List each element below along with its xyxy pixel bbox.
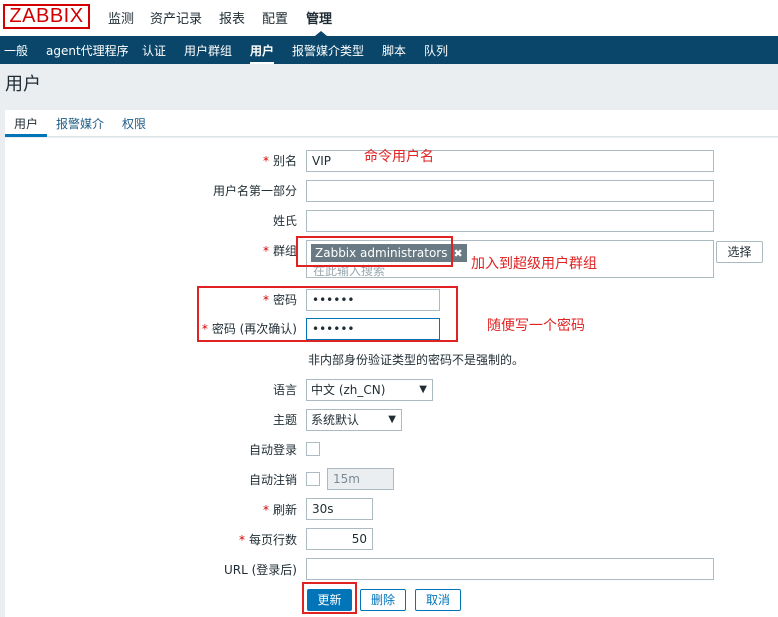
- tab-media[interactable]: 报警媒介: [56, 115, 104, 132]
- chevron-down-icon: ▼: [419, 384, 427, 395]
- delete-button[interactable]: 删除: [360, 589, 406, 611]
- annotation-update-box: [302, 582, 357, 614]
- subnav-proxies[interactable]: agent代理程序: [46, 42, 129, 59]
- password-note: 非内部身份验证类型的密码不是强制的。: [308, 353, 525, 367]
- subnav-users[interactable]: 用户: [250, 42, 275, 64]
- rows-per-page-input[interactable]: 50: [306, 528, 373, 550]
- subnav-general[interactable]: 一般: [4, 42, 28, 59]
- user-form: * 别名 VIP 用户名第一部分 姓氏 * 群组 Zabbix administra…: [5, 138, 778, 617]
- theme-select[interactable]: 系统默认 ▼: [306, 409, 402, 431]
- nav-reports[interactable]: 报表: [219, 8, 245, 27]
- sub-nav: 一般 agent代理程序 认证 用户群组 用户 报警媒介类型 脚本 队列: [0, 36, 778, 64]
- autologin-checkbox[interactable]: [306, 442, 320, 456]
- active-tab-indicator: [5, 134, 47, 137]
- subnav-scripts[interactable]: 脚本: [382, 42, 406, 59]
- annotation-group-box: [296, 236, 453, 267]
- autologout-label: 自动注销: [248, 473, 297, 487]
- alias-label: * 别名: [262, 154, 297, 168]
- select-groups-button[interactable]: 选择: [716, 241, 763, 263]
- autologout-checkbox[interactable]: [306, 472, 320, 486]
- subnav-queue[interactable]: 队列: [424, 42, 448, 59]
- surname-input[interactable]: [306, 210, 714, 232]
- top-bar: ZABBIX 监测 资产记录 报表 配置 管理: [0, 0, 778, 36]
- subnav-user-groups[interactable]: 用户群组: [184, 42, 232, 59]
- nav-monitoring[interactable]: 监测: [108, 8, 134, 27]
- surname-label: 姓氏: [272, 214, 297, 228]
- name-label: 用户名第一部分: [212, 184, 297, 198]
- nav-administration[interactable]: 管理: [306, 8, 332, 27]
- url-input[interactable]: [306, 558, 714, 580]
- rows-per-page-label: * 每页行数: [238, 533, 297, 547]
- form-tabs: 用户 报警媒介 权限: [5, 110, 778, 137]
- tab-permissions[interactable]: 权限: [122, 115, 146, 132]
- annotation-group: 加入到超级用户群组: [471, 256, 597, 272]
- language-label: 语言: [272, 383, 297, 397]
- groups-label: * 群组: [262, 244, 297, 258]
- url-label: URL (登录后): [224, 563, 297, 577]
- autologout-input: 15m: [327, 468, 394, 490]
- annotation-alias: 命令用户名: [364, 149, 434, 165]
- annotation-password-box: [197, 286, 458, 342]
- refresh-input[interactable]: 30s: [306, 498, 373, 520]
- subnav-media-types[interactable]: 报警媒介类型: [292, 42, 364, 59]
- theme-label: 主题: [272, 413, 297, 427]
- chevron-down-icon: ▼: [388, 414, 396, 425]
- name-input[interactable]: [306, 180, 714, 202]
- cancel-button[interactable]: 取消: [415, 589, 461, 611]
- zabbix-logo[interactable]: ZABBIX: [3, 4, 90, 29]
- annotation-password: 随便写一个密码: [487, 318, 585, 334]
- page-title: 用户: [5, 74, 41, 95]
- language-select[interactable]: 中文 (zh_CN) ▼: [306, 379, 433, 401]
- tab-user[interactable]: 用户: [14, 115, 38, 132]
- autologin-label: 自动登录: [248, 443, 297, 457]
- refresh-label: * 刷新: [262, 503, 297, 517]
- subnav-authentication[interactable]: 认证: [142, 42, 166, 59]
- remove-icon[interactable]: ✖: [453, 247, 462, 260]
- nav-configuration[interactable]: 配置: [262, 8, 288, 27]
- nav-inventory[interactable]: 资产记录: [150, 8, 202, 27]
